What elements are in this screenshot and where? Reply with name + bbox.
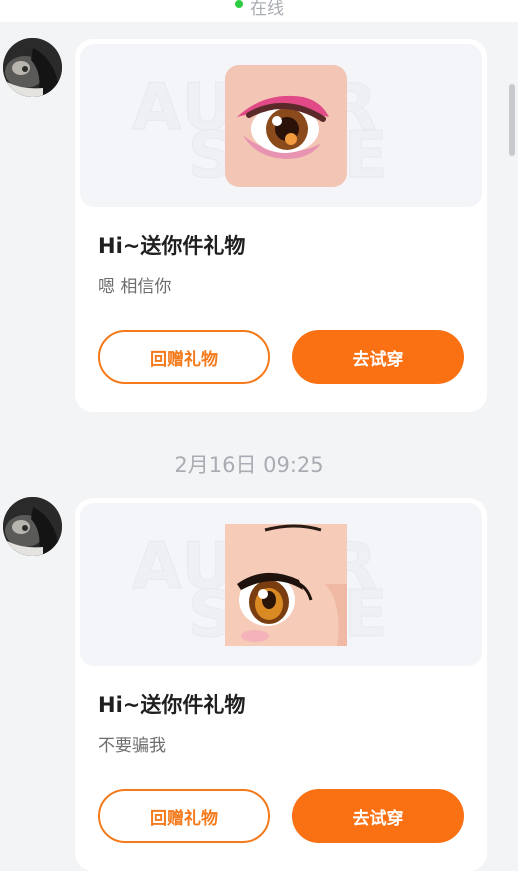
scrollbar[interactable]	[509, 84, 515, 156]
gift-banner: AUTAR SORE	[80, 503, 482, 666]
top-status-bar: 在线	[0, 0, 518, 22]
gift-message-card: AUTAR SORE Hi~送你件礼物 不要骗我 回赠礼物 去试穿	[75, 498, 487, 871]
try-on-button[interactable]: 去试穿	[292, 330, 464, 384]
gift-message-text: 嗯 相信你	[98, 277, 172, 297]
online-status-text: 在线	[250, 0, 284, 19]
message-timestamp: 2月16日 09:25	[174, 453, 324, 477]
return-gift-button[interactable]: 回赠礼物	[98, 789, 270, 843]
pink-eye-makeup-thumbnail[interactable]	[225, 65, 347, 187]
anime-eye-thumbnail[interactable]	[225, 524, 347, 646]
online-status-dot	[235, 0, 243, 8]
gift-banner: AUTAR SORE	[80, 44, 482, 207]
gift-message-card: AUTAR SORE Hi~送你件礼物 嗯 相信你 回赠礼物 去试穿	[75, 39, 487, 412]
sender-avatar[interactable]	[3, 497, 62, 556]
gift-title: Hi~送你件礼物	[98, 234, 246, 258]
gift-title: Hi~送你件礼物	[98, 693, 246, 717]
return-gift-button[interactable]: 回赠礼物	[98, 330, 270, 384]
sender-avatar[interactable]	[3, 38, 62, 97]
gift-message-text: 不要骗我	[98, 736, 166, 756]
try-on-button[interactable]: 去试穿	[292, 789, 464, 843]
